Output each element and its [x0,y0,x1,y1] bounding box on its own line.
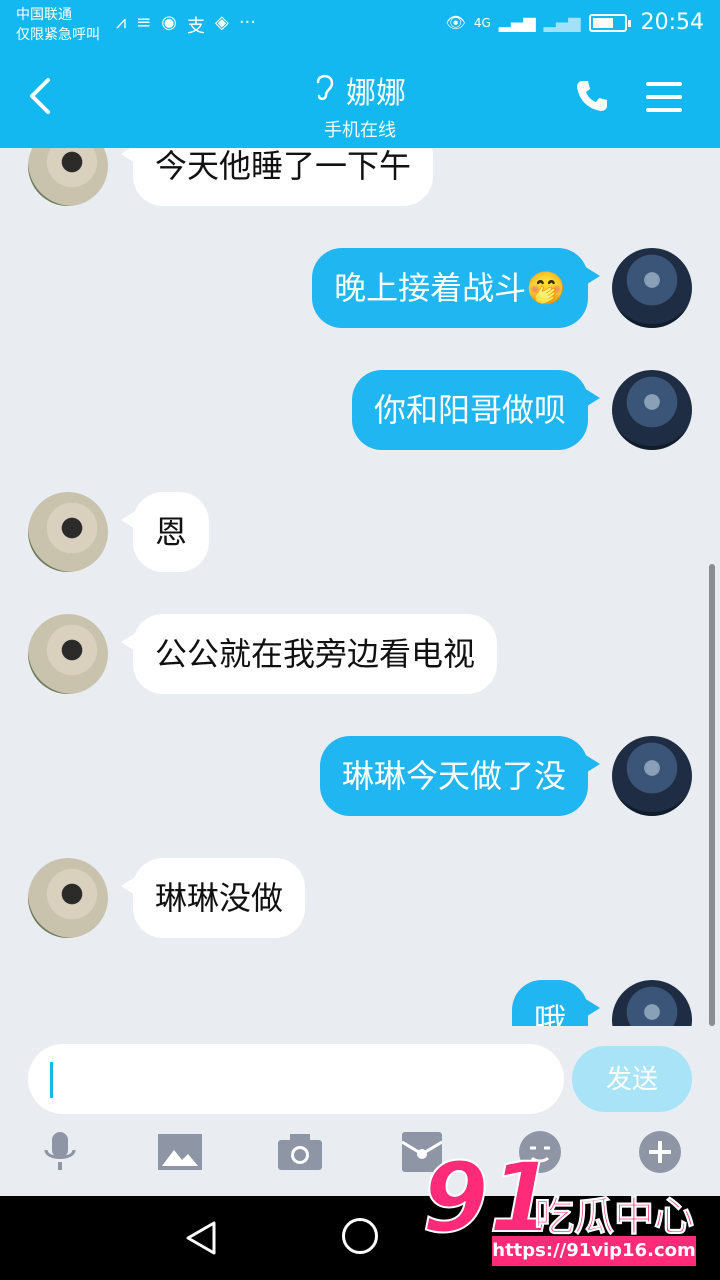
text-caret [50,1062,53,1098]
message-input[interactable] [28,1044,564,1114]
my-avatar[interactable] [612,736,692,816]
friend-avatar[interactable] [28,614,108,694]
message-row-outgoing: 琳琳今天做了没 [319,736,692,816]
download-icon: ≡ [136,12,152,33]
message-bubble[interactable]: 哦 [511,980,601,1026]
alipay-icon: 支 [186,16,205,37]
notification-icons: ⩘ ≡ ◉ 支 ◈ ··· [116,12,256,38]
message-row-outgoing: 晚上接着战斗🤭 [312,248,692,328]
message-row-outgoing: 你和阳哥做呗 [351,370,692,450]
app-icon: ◉ [161,12,177,33]
my-avatar[interactable] [612,980,692,1026]
message-bubble[interactable]: 晚上接着战斗🤭 [312,248,600,328]
carrier-info: 中国联通 仅限紧急呼叫 [16,5,100,45]
message-list[interactable]: 今天他睡了一下午 晚上接着战斗🤭 你和阳哥做呗 恩 公公就在我旁边看电视 琳琳今… [0,148,720,1026]
clock: 20:54 [640,10,704,35]
my-avatar[interactable] [612,248,692,328]
watermark-url: https://91vip16.com [492,1236,696,1266]
scrollbar[interactable] [709,564,715,1026]
carrier-status: 仅限紧急呼叫 [16,27,100,43]
message-row-incoming: 琳琳没做 [28,858,306,938]
signal-icon: ▂▄▆ [498,13,536,32]
contact-name[interactable]: 娜娜 [346,68,406,112]
watermark-text: 吃瓜中心 [534,1194,695,1241]
system-icons: 👁 4G ▂▄▆ ▂▄▆ 20:54 [446,10,705,35]
my-avatar[interactable] [612,370,692,450]
camera-icon[interactable] [278,1130,322,1174]
network-type: 4G [473,15,491,30]
status-bar: 中国联通 仅限紧急呼叫 ⩘ ≡ ◉ 支 ◈ ··· 👁 4G ▂▄▆ ▂▄▆ 2… [0,0,720,50]
message-row-incoming: 恩 [28,492,210,572]
ear-icon [314,72,336,109]
message-bubble[interactable]: 琳琳今天做了没 [319,736,601,816]
battery-icon [588,13,631,32]
chat-header: 娜娜 手机在线 [0,50,720,148]
watermark: 91 吃瓜中心 https://91vip16.com [412,1147,712,1280]
friend-avatar[interactable] [28,858,108,938]
phone-icon[interactable] [574,78,610,114]
message-bubble[interactable]: 公公就在我旁边看电视 [120,614,498,694]
message-bubble[interactable]: 琳琳没做 [120,858,306,938]
no-signal-icon: ▂▄▆ [543,13,581,32]
activity-icon: ⩘ [116,12,127,33]
friend-avatar[interactable] [28,492,108,572]
friend-avatar[interactable] [28,148,108,206]
menu-icon[interactable] [646,82,682,112]
map-pin-icon: ◈ [214,12,229,33]
more-notifications-icon: ··· [238,12,256,33]
message-row-outgoing: 哦 [511,980,692,1026]
message-bubble[interactable]: 你和阳哥做呗 [351,370,601,450]
carrier-name: 中国联通 [16,7,72,23]
message-row-incoming: 今天他睡了一下午 [28,148,434,206]
message-bubble[interactable]: 今天他睡了一下午 [120,148,434,206]
message-bubble[interactable]: 恩 [120,492,210,572]
contact-status: 手机在线 [324,120,396,141]
nav-home-icon[interactable] [342,1218,378,1254]
message-row-incoming: 公公就在我旁边看电视 [28,614,498,694]
nav-back-icon[interactable] [184,1220,218,1260]
image-icon[interactable] [158,1130,202,1174]
title-block: 娜娜 手机在线 [0,68,720,142]
send-button[interactable]: 发送 [572,1046,692,1112]
eye-comfort-icon: 👁 [445,13,466,32]
microphone-icon[interactable] [38,1130,82,1174]
